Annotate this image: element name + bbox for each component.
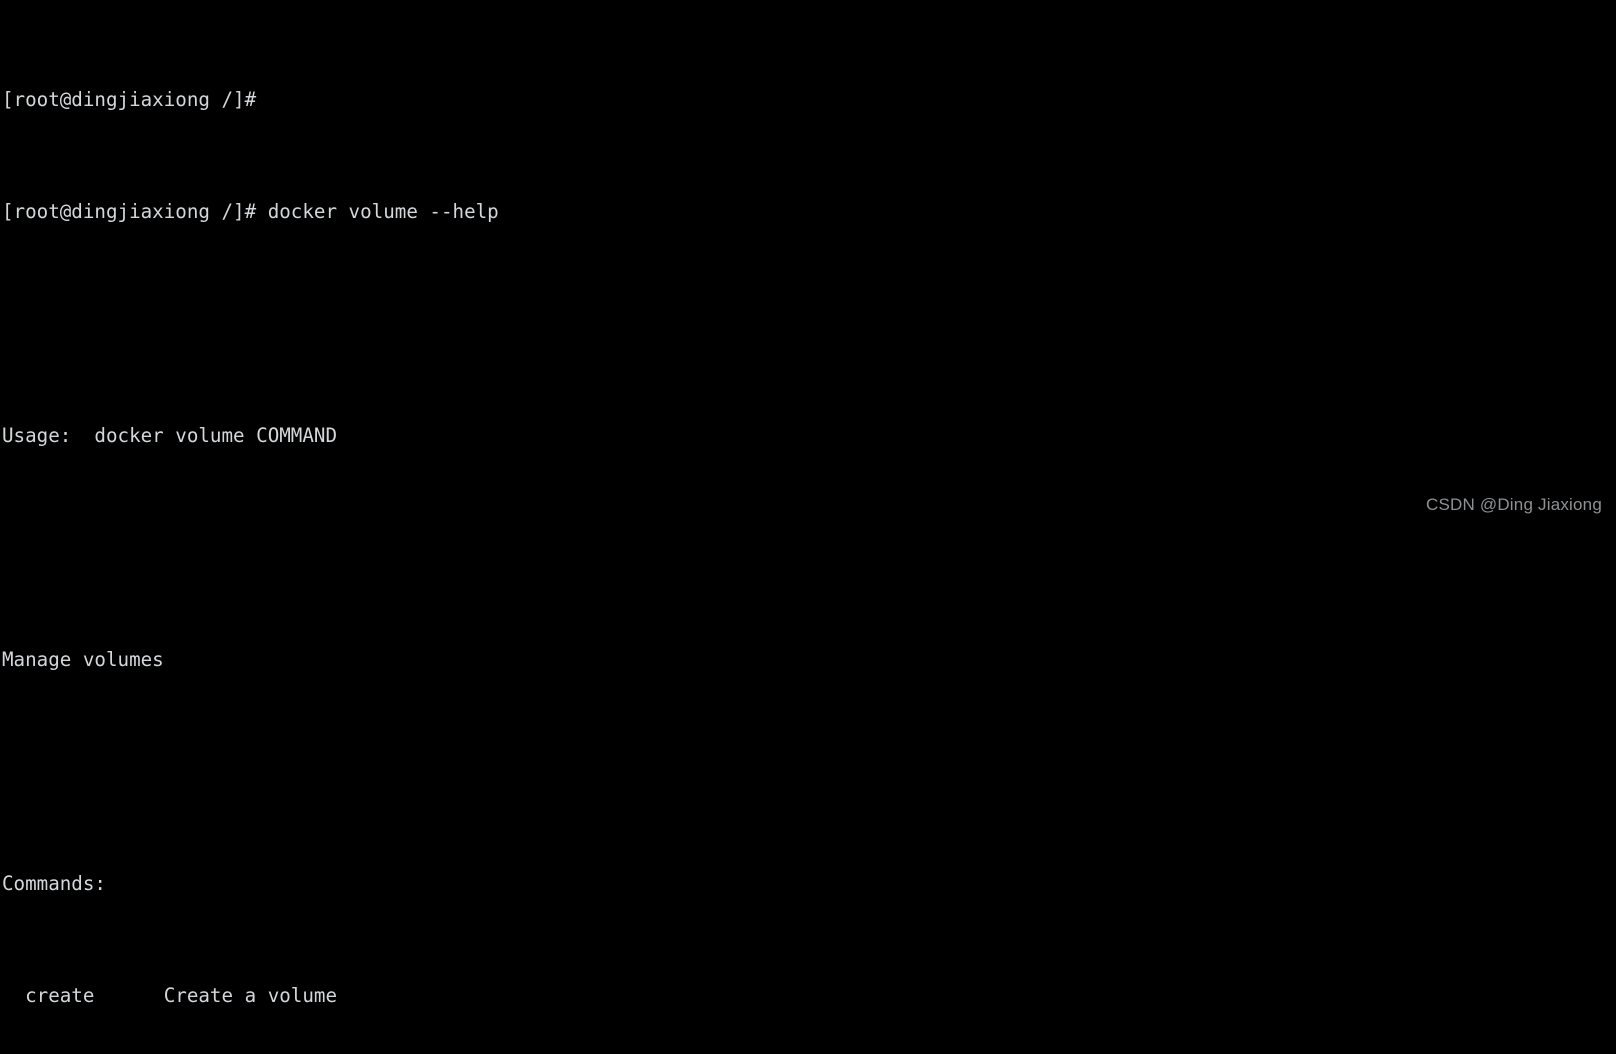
terminal-line-blank-3 bbox=[2, 758, 1616, 786]
terminal-output[interactable]: [root@dingjiaxiong /]# [root@dingjiaxion… bbox=[2, 2, 1616, 1007]
terminal-line-blank-1 bbox=[2, 310, 1616, 338]
terminal-line-description: Manage volumes bbox=[2, 648, 164, 671]
terminal-window[interactable]: [root@dingjiaxiong /]# [root@dingjiaxion… bbox=[0, 0, 1616, 1007]
csdn-watermark: CSDN @Ding Jiaxiong bbox=[1425, 495, 1602, 514]
terminal-line-command: [root@dingjiaxiong /]# docker volume --h… bbox=[2, 200, 499, 223]
terminal-line-command-create: create Create a volume bbox=[2, 984, 338, 1007]
terminal-line-usage: Usage: docker volume COMMAND bbox=[2, 424, 338, 447]
terminal-line-blank-2 bbox=[2, 534, 1616, 562]
terminal-line-commands-header: Commands: bbox=[2, 872, 106, 895]
terminal-line-prompt-empty: [root@dingjiaxiong /]# bbox=[2, 88, 257, 111]
